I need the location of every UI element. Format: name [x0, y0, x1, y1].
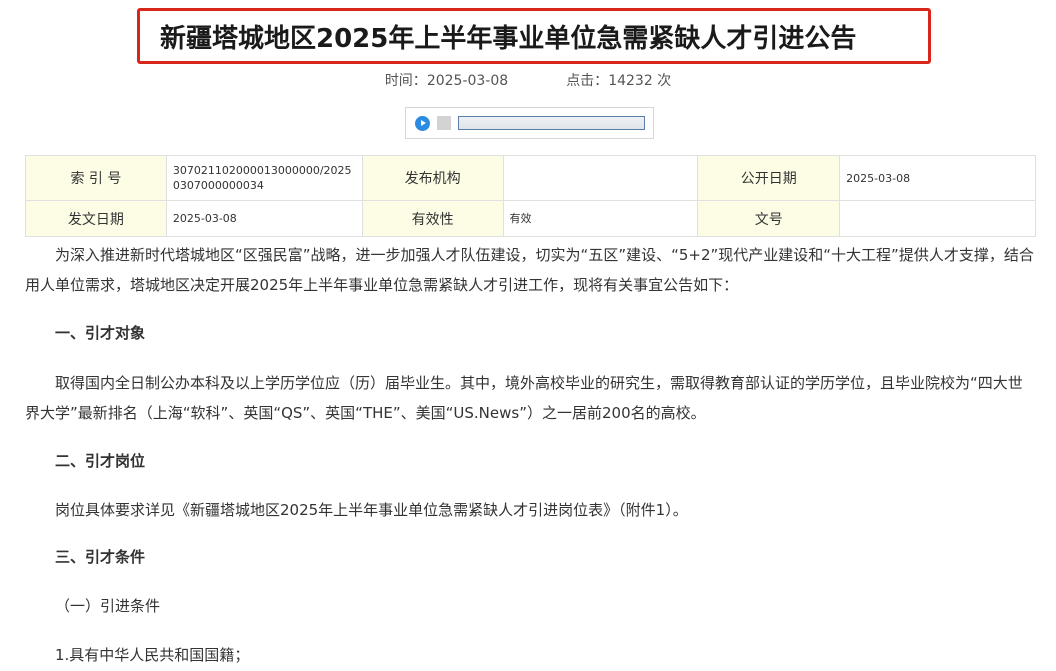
issue-date-value: 2025-03-08 — [165, 200, 363, 237]
time-value: 2025-03-08 — [426, 73, 509, 89]
list-item: 1.具有中华人民共和国国籍； — [55, 646, 250, 664]
section1-paragraph: 取得国内全日制公办本科及以上学历学位应（历）届毕业生。其中，境外高校毕业的研究生… — [25, 374, 1023, 422]
publisher-value — [502, 155, 699, 201]
title-box: 新疆塔城地区2025年上半年事业单位急需紧缺人才引进公告 — [137, 8, 931, 64]
index-value: 307021102000013000000/20250307000000034 — [165, 155, 363, 201]
time-label: 时间： — [384, 73, 427, 89]
info-table: 索 引 号 307021102000013000000/202503070000… — [25, 155, 1036, 237]
article-meta: 时间：2025-03-08 点击：14232 次 — [0, 70, 1056, 90]
index-label: 索 引 号 — [25, 155, 167, 201]
clicks-value: 14232 — [608, 73, 653, 89]
clicks-unit: 次 — [657, 73, 672, 89]
audio-progress-bar[interactable] — [458, 116, 645, 130]
section3-heading: 三、引才条件 — [55, 548, 146, 566]
audio-player — [405, 107, 654, 139]
article-page: 新疆塔城地区2025年上半年事业单位急需紧缺人才引进公告 时间：2025-03-… — [0, 0, 1056, 671]
play-icon[interactable] — [415, 115, 430, 131]
open-date-value: 2025-03-08 — [839, 155, 1036, 201]
issue-date-label: 发文日期 — [25, 200, 167, 237]
validity-value: 有效 — [502, 200, 699, 237]
subsection1-heading: （一）引进条件 — [55, 597, 161, 615]
doc-no-value — [839, 200, 1036, 237]
section2-heading: 二、引才岗位 — [55, 452, 146, 470]
open-date-label: 公开日期 — [697, 155, 841, 201]
validity-label: 有效性 — [361, 200, 504, 237]
doc-no-label: 文号 — [697, 200, 841, 237]
page-title: 新疆塔城地区2025年上半年事业单位急需紧缺人才引进公告 — [160, 23, 857, 54]
intro-paragraph: 为深入推进新时代塔城地区“区强民富”战略，进一步加强人才队伍建设，切实为“五区”… — [25, 246, 1034, 294]
stop-icon[interactable] — [437, 116, 451, 130]
clicks-label: 点击： — [566, 73, 609, 89]
section1-heading: 一、引才对象 — [55, 324, 146, 342]
publisher-label: 发布机构 — [361, 155, 504, 201]
section2-paragraph: 岗位具体要求详见《新疆塔城地区2025年上半年事业单位急需紧缺人才引进岗位表》（… — [55, 501, 688, 519]
